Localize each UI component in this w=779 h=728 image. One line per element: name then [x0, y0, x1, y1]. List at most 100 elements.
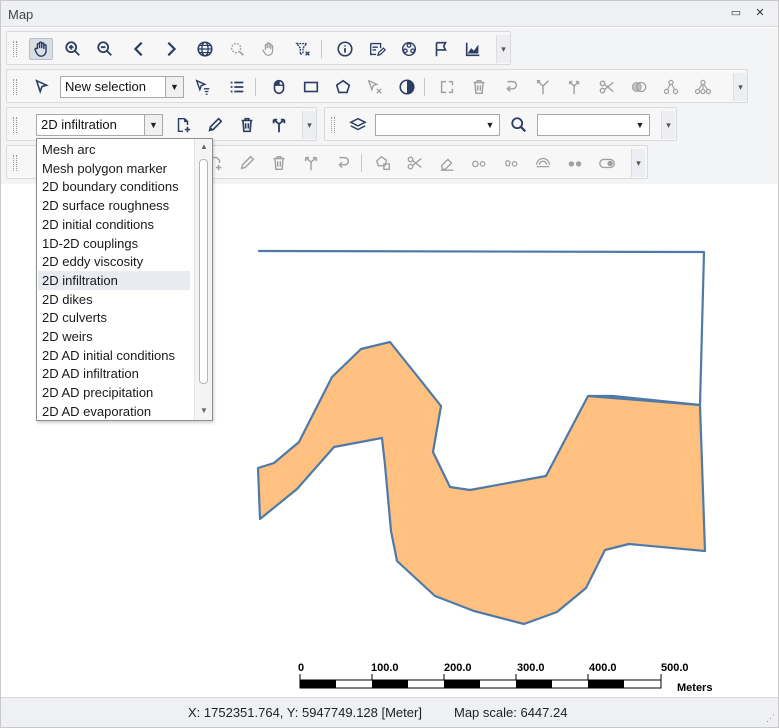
dropdown-item[interactable]: 2D AD infiltration: [38, 364, 190, 383]
scale-label: 400.0: [589, 662, 617, 674]
pencil-icon[interactable]: [235, 152, 259, 174]
active-layer-value: 2D infiltration: [41, 117, 117, 132]
offset-curve-icon[interactable]: [531, 152, 555, 174]
dropdown-item[interactable]: Mesh polygon marker: [38, 159, 190, 178]
chart-icon[interactable]: [461, 38, 485, 60]
pan-hand-icon[interactable]: [29, 38, 53, 60]
dropdown-item[interactable]: 2D boundary conditions: [38, 177, 190, 196]
node-chain-icon[interactable]: [467, 152, 491, 174]
dropdown-item[interactable]: 1D-2D couplings: [38, 234, 190, 253]
list-icon[interactable]: [225, 76, 249, 98]
info-icon[interactable]: [333, 38, 357, 60]
dropdown-item[interactable]: 2D dikes: [38, 290, 190, 309]
cut-scissors-icon[interactable]: [595, 76, 619, 98]
polygon-node-icon[interactable]: [499, 152, 523, 174]
delete-icon[interactable]: [467, 76, 491, 98]
dropdown-item[interactable]: 2D infiltration: [38, 270, 190, 290]
new-feature-icon[interactable]: [171, 114, 195, 136]
flag-icon[interactable]: [429, 38, 453, 60]
clear-selection-icon[interactable]: [291, 38, 315, 60]
dropdown-item[interactable]: 2D AD precipitation: [38, 383, 190, 402]
active-layer-select[interactable]: 2D infiltration ▼: [36, 114, 163, 136]
restore-button[interactable]: ▭: [729, 6, 743, 20]
edit-form-icon[interactable]: [365, 38, 389, 60]
dropdown-item[interactable]: 2D weirs: [38, 327, 190, 346]
chevron-down-icon: ▼: [165, 77, 183, 97]
dropdown-item[interactable]: Mesh arc: [38, 140, 190, 159]
undo-icon[interactable]: [331, 152, 355, 174]
toggle-icon[interactable]: [595, 152, 619, 174]
next-extent-icon[interactable]: [159, 38, 183, 60]
toolbar-overflow-button[interactable]: ▾: [733, 73, 747, 101]
trash-icon[interactable]: [267, 152, 291, 174]
toolbar-grip[interactable]: [331, 117, 335, 133]
dropdown-scrollbar[interactable]: ▲ ▼: [194, 139, 212, 420]
scrollbar-thumb[interactable]: [199, 159, 208, 384]
toolbar-grip[interactable]: [13, 79, 17, 95]
toolbar-separator: [424, 78, 425, 96]
dropdown-item[interactable]: 2D AD evaporation: [38, 402, 190, 421]
dropdown-item[interactable]: 2D surface roughness: [38, 196, 190, 215]
dropdown-item[interactable]: 2D initial conditions: [38, 215, 190, 234]
merge-icon[interactable]: [531, 76, 555, 98]
toolbar-overflow-button[interactable]: ▾: [302, 111, 316, 139]
copy-selection-icon[interactable]: [435, 76, 459, 98]
zoom-out-icon[interactable]: [93, 38, 117, 60]
pencil-edit-icon[interactable]: [203, 114, 227, 136]
network-icon[interactable]: [397, 38, 421, 60]
layers-icon[interactable]: [346, 114, 370, 136]
search-select[interactable]: ▼: [537, 114, 650, 136]
selection-toolbar: New selection ▼ ▾: [6, 69, 748, 103]
pan-to-selection-icon[interactable]: [257, 38, 281, 60]
map-window: Map ▭ ✕ ▾ New selection ▼ ▾ 2D infiltrat…: [0, 0, 779, 728]
close-button[interactable]: ✕: [753, 6, 767, 20]
globe-icon[interactable]: [193, 38, 217, 60]
filter-select-icon[interactable]: [191, 76, 215, 98]
deselect-arrow-icon[interactable]: [363, 76, 387, 98]
mesh-polygon[interactable]: [256, 249, 707, 626]
toolbar-overflow-button[interactable]: ▾: [631, 149, 645, 177]
rectangle-icon[interactable]: [299, 76, 323, 98]
dropdown-item[interactable]: 2D AD initial conditions: [38, 346, 190, 365]
points-icon[interactable]: [563, 152, 587, 174]
toolbar-separator: [321, 40, 322, 58]
toolbar-overflow-button[interactable]: ▾: [496, 35, 510, 63]
split-tool-icon[interactable]: [267, 114, 291, 136]
undo-icon[interactable]: [499, 76, 523, 98]
overlay-icon[interactable]: [627, 76, 651, 98]
dropdown-item[interactable]: 2D culverts: [38, 308, 190, 327]
scroll-up-icon[interactable]: ▲: [195, 139, 213, 155]
toolbar-overflow-button[interactable]: ▾: [661, 111, 675, 139]
toolbar-grip[interactable]: [13, 41, 17, 57]
scissors-icon[interactable]: [403, 152, 427, 174]
scale-unit: Meters: [677, 682, 712, 694]
tree-icon[interactable]: [691, 76, 715, 98]
scale-label: 100.0: [371, 662, 399, 674]
toolbar-separator: [361, 154, 362, 172]
window-title: Map: [8, 7, 34, 22]
trash-icon[interactable]: [235, 114, 259, 136]
eraser-icon[interactable]: [435, 152, 459, 174]
layer-picker-select[interactable]: ▼: [375, 114, 500, 136]
shapes-icon[interactable]: [371, 152, 395, 174]
resize-grip-icon[interactable]: ⋰: [766, 713, 775, 724]
dropdown-item[interactable]: 2D eddy viscosity: [38, 252, 190, 271]
search-icon[interactable]: [507, 114, 531, 136]
scroll-down-icon[interactable]: ▼: [195, 403, 213, 419]
toolbar-grip[interactable]: [13, 155, 17, 171]
chevron-down-icon: ▼: [144, 115, 162, 135]
layer-dropdown-list[interactable]: Mesh arc Mesh polygon marker 2D boundary c…: [36, 138, 213, 421]
node-icon[interactable]: [659, 76, 683, 98]
select-arrow-icon[interactable]: [30, 76, 54, 98]
invert-selection-icon[interactable]: [395, 76, 419, 98]
selection-mode-select[interactable]: New selection ▼: [60, 76, 184, 98]
zoom-to-selection-icon[interactable]: [225, 38, 249, 60]
split-icon[interactable]: [299, 152, 323, 174]
split-icon[interactable]: [563, 76, 587, 98]
mouse-icon[interactable]: [267, 76, 291, 98]
polygon-icon[interactable]: [331, 76, 355, 98]
previous-extent-icon[interactable]: [127, 38, 151, 60]
layer-search-toolbar: ▼ ▼ ▾: [324, 107, 677, 141]
zoom-in-icon[interactable]: [61, 38, 85, 60]
toolbar-grip[interactable]: [13, 117, 17, 133]
